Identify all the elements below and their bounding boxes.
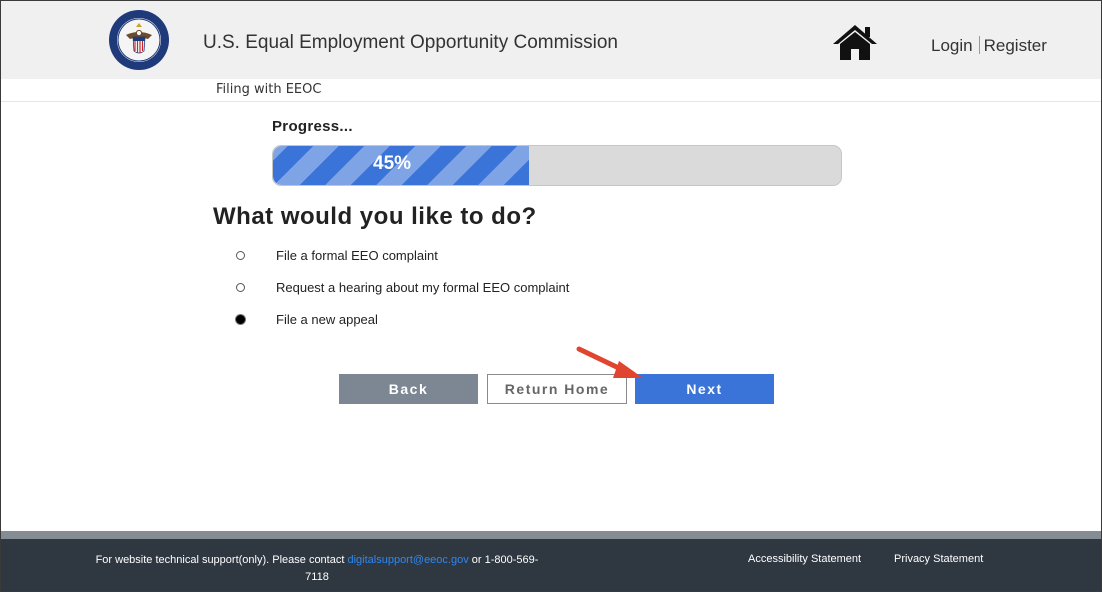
question-heading: What would you like to do? (213, 203, 537, 230)
radio-button[interactable] (236, 283, 245, 292)
breadcrumb-bar: Filing with EEOC (1, 79, 1101, 102)
footer-stripe (1, 531, 1101, 539)
support-email-link[interactable]: digitalsupport@eeoc.gov (347, 554, 468, 566)
progress-bar: 45% (272, 145, 842, 186)
login-link[interactable]: Login (931, 36, 973, 55)
auth-divider (978, 36, 980, 54)
privacy-statement-link[interactable]: Privacy Statement (894, 553, 983, 565)
progress-percent: 45% (373, 153, 412, 174)
annotation-arrow (576, 346, 643, 378)
support-contact: For website technical support(only). Ple… (1, 552, 633, 586)
radio-button[interactable] (236, 315, 245, 324)
site-footer: For website technical support(only). Ple… (1, 539, 1101, 591)
auth-links: Login Register (931, 36, 1047, 56)
home-icon[interactable] (832, 23, 878, 61)
progress-label: Progress... (272, 118, 353, 135)
accessibility-statement-link[interactable]: Accessibility Statement (748, 553, 861, 565)
option-label: File a formal EEO complaint (276, 248, 438, 263)
site-title: U.S. Equal Employment Opportunity Commis… (203, 32, 618, 53)
register-link[interactable]: Register (984, 36, 1047, 55)
next-button[interactable]: Next (635, 374, 774, 404)
site-header: U.S. Equal Employment Opportunity Commis… (1, 1, 1101, 79)
back-button[interactable]: Back (339, 374, 478, 404)
radio-button[interactable] (236, 251, 245, 260)
breadcrumb: Filing with EEOC (216, 82, 322, 97)
option-label: Request a hearing about my formal EEO co… (276, 280, 570, 295)
support-text: For website technical support(only). Ple… (95, 554, 345, 566)
eeoc-seal-logo (109, 10, 169, 70)
page-frame: U.S. Equal Employment Opportunity Commis… (0, 0, 1102, 592)
option-label: File a new appeal (276, 312, 378, 327)
